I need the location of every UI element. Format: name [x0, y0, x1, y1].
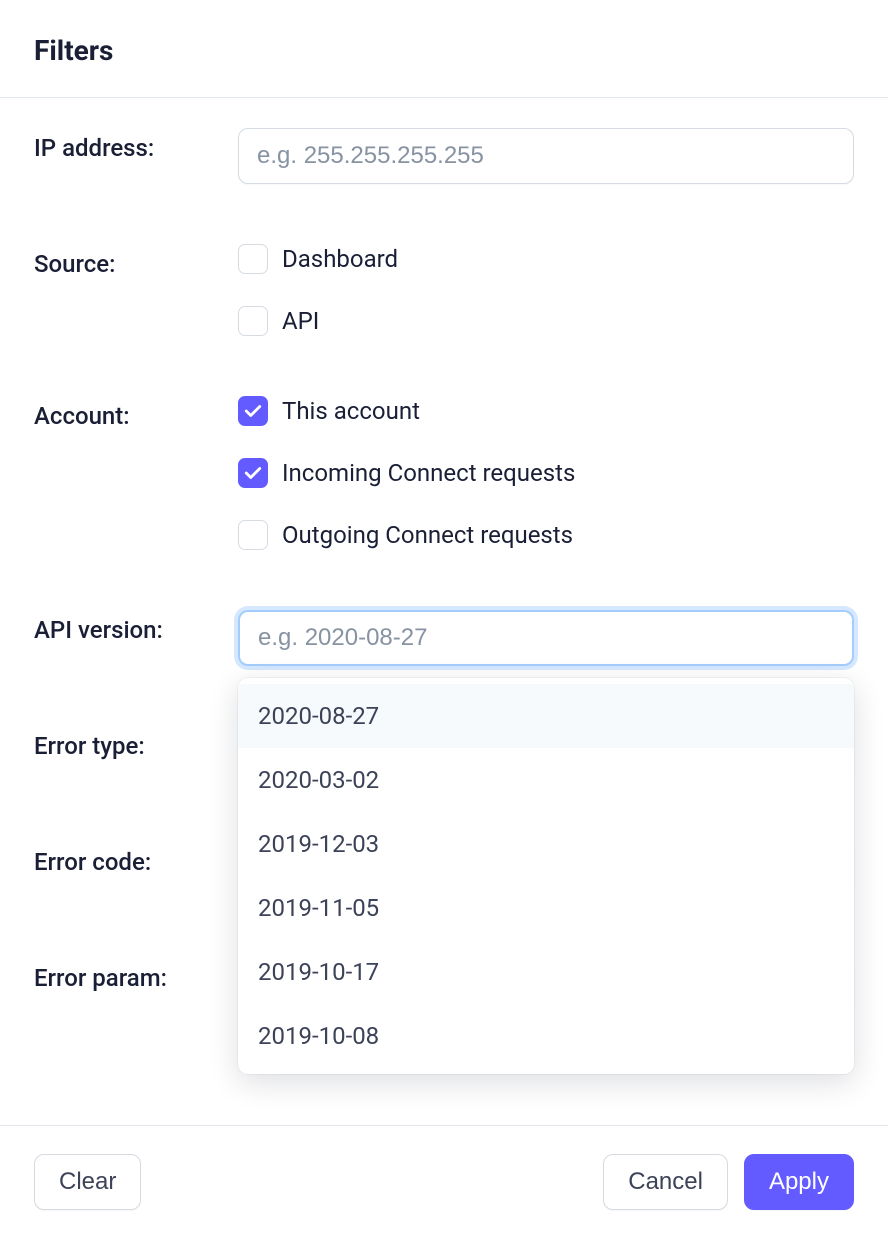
filters-header: Filters	[0, 0, 888, 98]
api-version-input[interactable]	[238, 610, 854, 666]
api-version-option[interactable]: 2020-03-02	[238, 748, 854, 812]
clear-button[interactable]: Clear	[34, 1154, 141, 1210]
account-incoming-label: Incoming Connect requests	[282, 459, 575, 487]
field-account: Account: This account Incoming Connect r…	[34, 396, 854, 550]
page-title: Filters	[34, 34, 854, 67]
check-icon	[244, 402, 262, 420]
ip-address-input[interactable]	[238, 128, 854, 184]
api-version-label: API version:	[34, 610, 238, 644]
account-outgoing-label: Outgoing Connect requests	[282, 521, 573, 549]
api-version-option[interactable]: 2019-10-17	[238, 940, 854, 1004]
account-label: Account:	[34, 396, 238, 430]
error-param-label: Error param:	[34, 958, 238, 992]
account-option-outgoing: Outgoing Connect requests	[238, 520, 854, 550]
ip-address-label: IP address:	[34, 128, 238, 162]
source-option-dashboard: Dashboard	[238, 244, 854, 274]
field-ip-address: IP address:	[34, 128, 854, 184]
api-version-option[interactable]: 2019-10-08	[238, 1004, 854, 1068]
source-dashboard-label: Dashboard	[282, 245, 398, 273]
apply-button[interactable]: Apply	[744, 1154, 854, 1210]
account-incoming-checkbox[interactable]	[238, 458, 268, 488]
source-api-checkbox[interactable]	[238, 306, 268, 336]
error-code-label: Error code:	[34, 842, 238, 876]
error-type-label: Error type:	[34, 726, 238, 760]
api-version-dropdown: 2020-08-27 2020-03-02 2019-12-03 2019-11…	[238, 678, 854, 1074]
account-option-incoming: Incoming Connect requests	[238, 458, 854, 488]
account-this-account-checkbox[interactable]	[238, 396, 268, 426]
check-icon	[244, 464, 262, 482]
api-version-option[interactable]: 2020-08-27	[238, 684, 854, 748]
account-this-account-label: This account	[282, 397, 420, 425]
source-dashboard-checkbox[interactable]	[238, 244, 268, 274]
filters-form: IP address: Source: Dashboard API Accoun…	[0, 98, 888, 1014]
source-api-label: API	[282, 307, 319, 335]
source-option-api: API	[238, 306, 854, 336]
api-version-option[interactable]: 2019-11-05	[238, 876, 854, 940]
source-label: Source:	[34, 244, 238, 278]
api-version-option[interactable]: 2019-12-03	[238, 812, 854, 876]
filters-footer: Clear Cancel Apply	[0, 1125, 888, 1238]
account-option-this-account: This account	[238, 396, 854, 426]
cancel-button[interactable]: Cancel	[603, 1154, 728, 1210]
account-outgoing-checkbox[interactable]	[238, 520, 268, 550]
field-api-version: API version: 2020-08-27 2020-03-02 2019-…	[34, 610, 854, 666]
field-source: Source: Dashboard API	[34, 244, 854, 336]
